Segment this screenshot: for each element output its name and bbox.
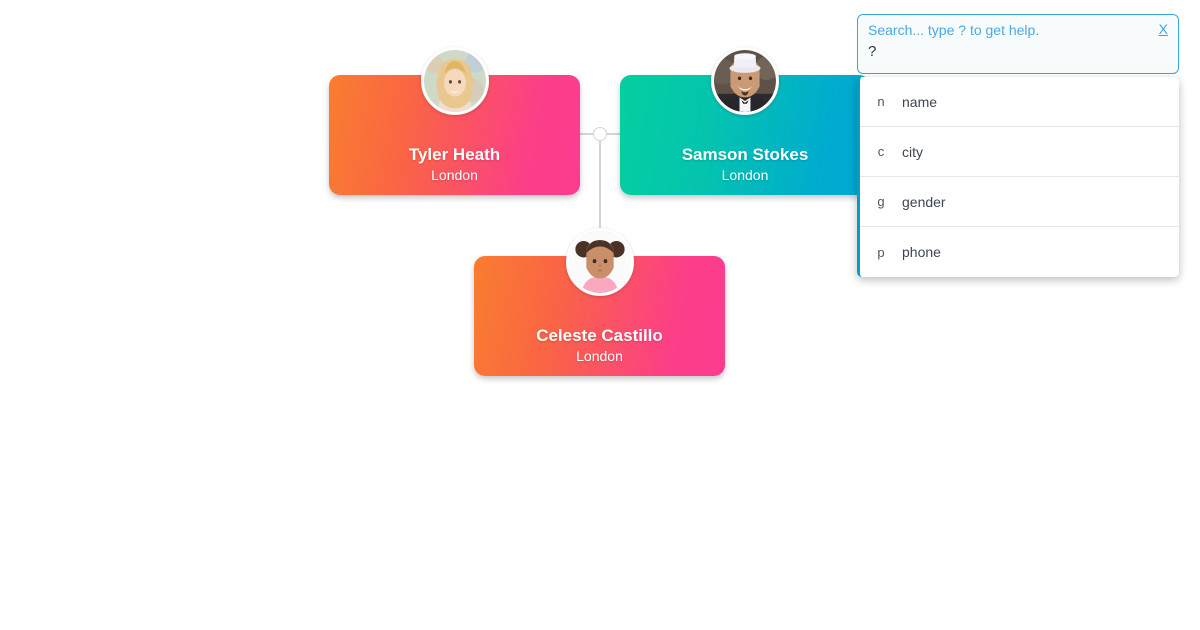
avatar [711, 47, 779, 115]
search-suggestions-list: n name c city g gender p phone [857, 77, 1179, 277]
search-placeholder-label: Search... type ? to get help. [868, 22, 1040, 38]
person-name: Tyler Heath [408, 145, 501, 164]
person-card-samson-stokes[interactable]: Samson Stokes London [620, 47, 870, 195]
suggestion-label: city [902, 143, 923, 160]
connector-node [593, 127, 607, 141]
suggestion-item-name[interactable]: n name [860, 77, 1179, 127]
avatar [420, 47, 489, 115]
suggestion-shortcut-key: n [877, 94, 885, 109]
connector-line-left [580, 133, 594, 135]
search-input[interactable]: ? [868, 43, 876, 60]
avatar [565, 228, 634, 296]
person-card-celeste-castillo[interactable]: Celeste Castillo London [474, 228, 725, 376]
suggestion-shortcut-key: g [877, 194, 885, 209]
person-name: Celeste Castillo [536, 326, 663, 345]
close-icon[interactable]: X [1159, 21, 1168, 37]
suggestion-label: phone [902, 244, 941, 260]
suggestion-item-city[interactable]: c city [860, 127, 1179, 177]
person-city: London [431, 167, 478, 183]
org-chart-canvas: Tyler Heath London Samson Stokes London … [0, 0, 1200, 630]
person-name: Samson Stokes [681, 145, 809, 164]
person-card-tyler-heath[interactable]: Tyler Heath London [329, 47, 580, 195]
suggestion-label: gender [902, 193, 946, 210]
suggestion-label: name [902, 93, 938, 110]
person-city: London [576, 348, 623, 364]
suggestion-item-gender[interactable]: g gender [860, 177, 1179, 227]
suggestion-shortcut-key: c [877, 144, 885, 159]
suggestion-shortcut-key: p [877, 244, 885, 260]
person-city: London [721, 167, 769, 183]
search-panel[interactable]: Search... type ? to get help. X ? [857, 14, 1179, 74]
suggestion-item-phone[interactable]: p phone [860, 227, 1179, 277]
